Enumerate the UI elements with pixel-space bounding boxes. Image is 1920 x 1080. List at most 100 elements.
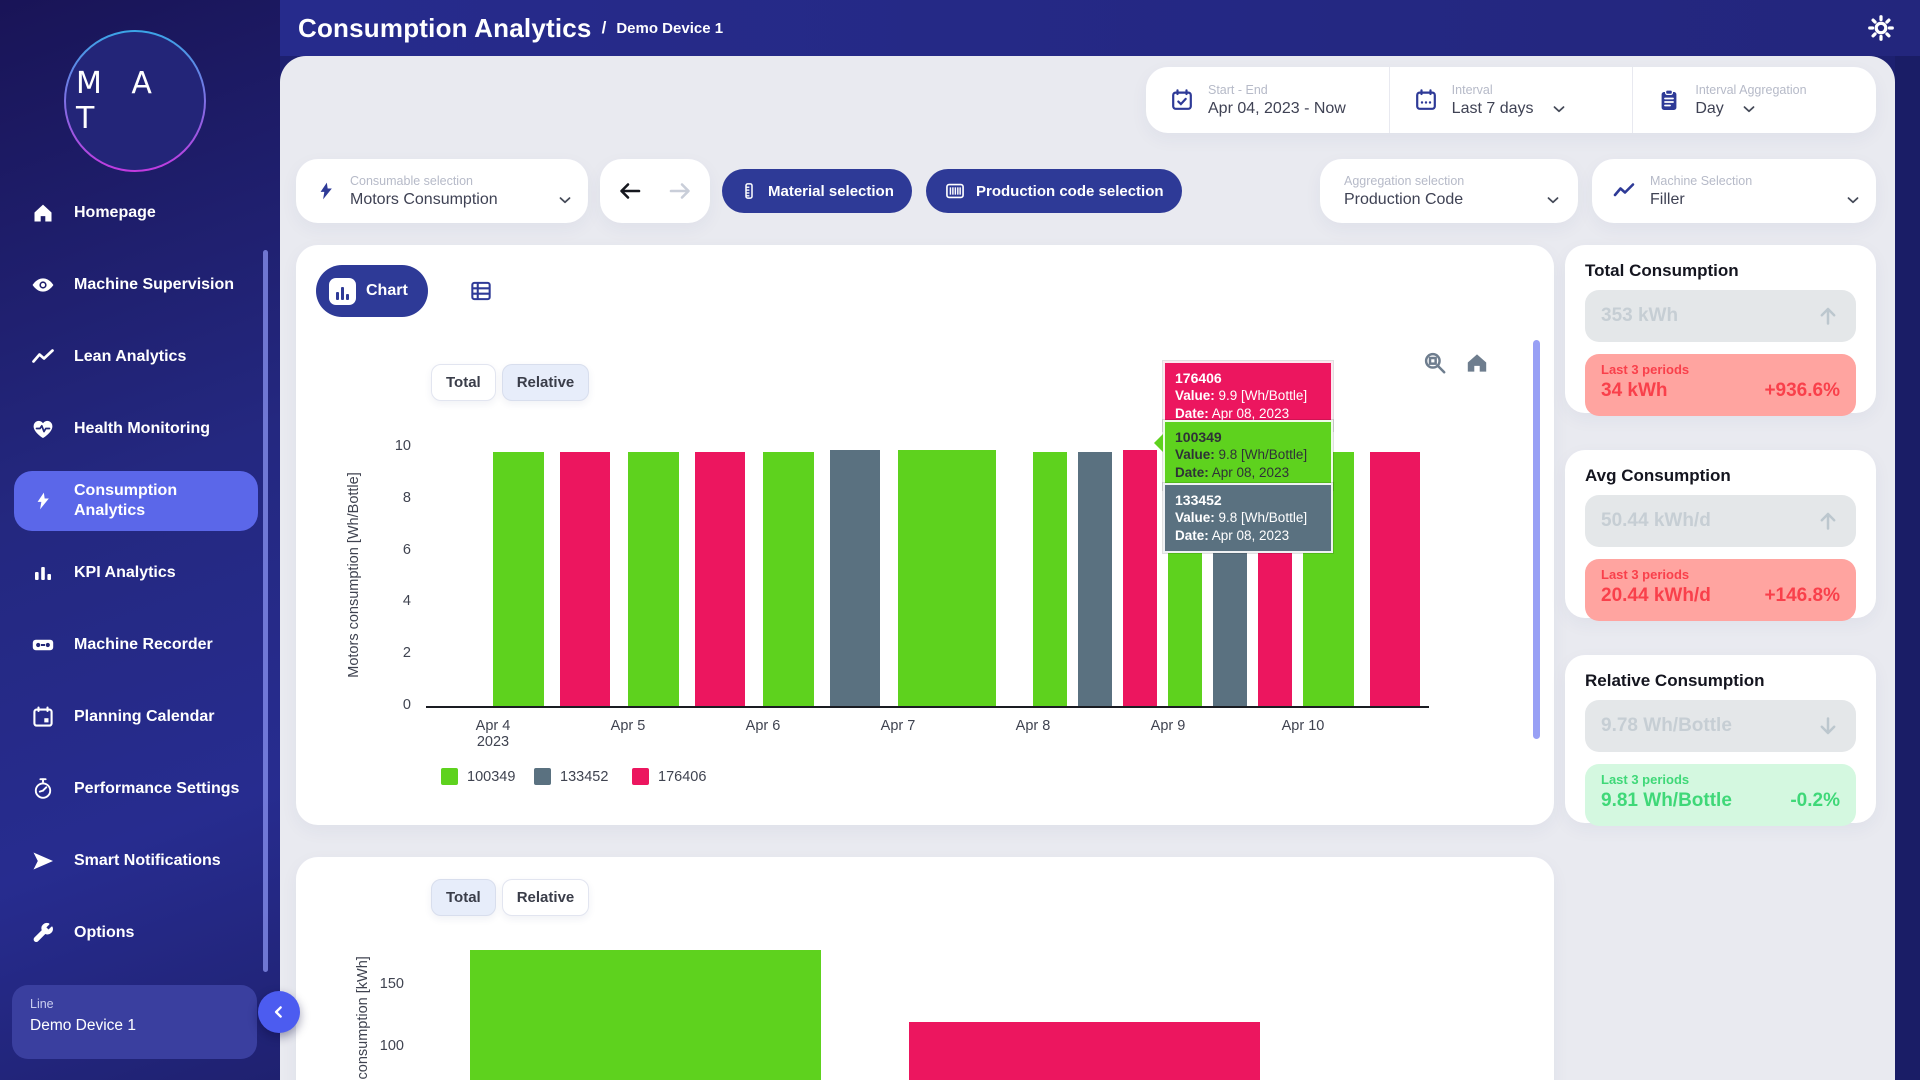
bar-133452-apr-8[interactable] — [1078, 452, 1112, 706]
sidebar-item-lean-analytics[interactable]: Lean Analytics — [14, 327, 258, 387]
bar-100349-apr-8[interactable] — [1033, 452, 1067, 706]
tooltip-date: Date: Apr 08, 2023 — [1175, 527, 1321, 545]
arrow-left-icon[interactable] — [617, 179, 643, 203]
bar-176406[interactable] — [909, 1022, 1260, 1080]
heart-icon — [30, 417, 56, 441]
recorder-icon — [30, 633, 56, 657]
legend-label: 133452 — [560, 769, 608, 785]
bar-176406-apr-10[interactable] — [1370, 452, 1420, 706]
chevron-down-icon — [1544, 191, 1562, 209]
bolt-icon — [30, 489, 56, 513]
stat-period-change: -0.2% — [1790, 790, 1840, 812]
sidebar-item-label: KPI Analytics — [74, 563, 176, 583]
line-selector-card[interactable]: Line Demo Device 1 — [12, 985, 257, 1059]
production-code-selection-label: Production code selection — [976, 183, 1164, 200]
legend-swatch — [534, 768, 551, 785]
calendar-check-icon — [1170, 88, 1194, 112]
stat-current-pill: 50.44 kWh/d — [1585, 495, 1856, 547]
stat-period-badge: Last 3 periods20.44 kWh/d+146.8% — [1585, 559, 1856, 621]
chart1-tools — [1422, 350, 1490, 376]
date-filter-bar: Start - End Apr 04, 2023 - Now Interval … — [1146, 67, 1876, 133]
sidebar-item-label: Performance Settings — [74, 779, 239, 799]
consumable-selection-dropdown[interactable]: Consumable selection Motors Consumption — [296, 159, 588, 223]
sidebar-item-label: Homepage — [74, 203, 156, 223]
stat-current-value: 353 kWh — [1601, 305, 1816, 327]
stat-period-badge: Last 3 periods34 kWh+936.6% — [1585, 354, 1856, 416]
sidebar-item-homepage[interactable]: Homepage — [14, 183, 258, 243]
send-icon — [30, 849, 56, 873]
calendar-dots-icon — [1414, 88, 1438, 112]
bar-100349[interactable] — [470, 950, 821, 1080]
stopwatch-icon — [30, 777, 56, 801]
tooltip-date: Date: Apr 08, 2023 — [1175, 464, 1321, 482]
y-tick-label: 0 — [377, 697, 411, 713]
sidebar-item-consumption-analytics[interactable]: Consumption Analytics — [14, 471, 258, 531]
history-nav — [600, 159, 710, 223]
bar-176406-apr-4[interactable] — [560, 452, 610, 706]
chart1-tab-total[interactable]: Total — [431, 364, 496, 401]
sidebar-item-performance-settings[interactable]: Performance Settings — [14, 759, 258, 819]
bar-100349-apr-6[interactable] — [763, 452, 814, 706]
interval-aggregation-filter[interactable]: Interval Aggregation Day — [1632, 67, 1876, 133]
consumable-selection-label: Consumable selection — [350, 174, 574, 188]
chart-card-scrollbar[interactable] — [1533, 340, 1540, 739]
stat-period-value: 34 kWh — [1601, 380, 1764, 402]
sidebar-item-planning-calendar[interactable]: Planning Calendar — [14, 687, 258, 747]
sidebar-scrollbar[interactable] — [263, 250, 268, 972]
gear-icon[interactable] — [1868, 15, 1894, 41]
sidebar-item-smart-notifications[interactable]: Smart Notifications — [14, 831, 258, 891]
kpi-bars-icon — [30, 561, 56, 585]
material-selection-button[interactable]: Material selection — [722, 169, 912, 213]
production-code-selection-button[interactable]: Production code selection — [926, 169, 1182, 213]
bar-133452-apr-6[interactable] — [830, 450, 880, 706]
sidebar-item-label: Smart Notifications — [74, 851, 221, 871]
legend-swatch — [441, 768, 458, 785]
table-view-icon[interactable] — [468, 278, 494, 304]
bar-176406-apr-8[interactable] — [1123, 450, 1157, 706]
chevron-down-icon — [1550, 100, 1568, 118]
sidebar-item-label: Options — [74, 923, 134, 943]
bar-100349-apr-5[interactable] — [628, 452, 679, 706]
chevron-down-icon — [1844, 191, 1862, 209]
legend-label: 176406 — [658, 769, 706, 785]
interval-filter[interactable]: Interval Last 7 days — [1389, 67, 1633, 133]
arrow-right-icon[interactable] — [667, 179, 693, 203]
sidebar-item-health-monitoring[interactable]: Health Monitoring — [14, 399, 258, 459]
chart1-tab-relative[interactable]: Relative — [502, 364, 590, 401]
sidebar-item-options[interactable]: Options — [14, 903, 258, 963]
breadcrumb-device: Demo Device 1 — [616, 20, 723, 37]
sidebar-item-machine-supervision[interactable]: Machine Supervision — [14, 255, 258, 315]
chart2-tab-total[interactable]: Total — [431, 879, 496, 916]
chart-view-button[interactable]: Chart — [316, 265, 428, 317]
legend-label: 100349 — [467, 769, 515, 785]
start-end-filter[interactable]: Start - End Apr 04, 2023 - Now — [1146, 67, 1389, 133]
machine-selection-label: Machine Selection — [1650, 174, 1862, 188]
sidebar-item-kpi-analytics[interactable]: KPI Analytics — [14, 543, 258, 603]
sidebar-collapse-button[interactable] — [258, 991, 300, 1033]
aggregation-selection-dropdown[interactable]: Aggregation selection Production Code — [1320, 159, 1578, 223]
main-content: Start - End Apr 04, 2023 - Now Interval … — [280, 56, 1895, 1080]
zoom-box-icon[interactable] — [1422, 350, 1448, 376]
y-tick-label: 150 — [370, 976, 404, 992]
home-icon[interactable] — [1464, 350, 1490, 376]
bar-100349-apr-4[interactable] — [493, 452, 544, 706]
sidebar-item-machine-recorder[interactable]: Machine Recorder — [14, 615, 258, 675]
legend-item-176406[interactable]: 176406 — [632, 768, 706, 785]
legend-swatch — [632, 768, 649, 785]
chart2-tab-relative[interactable]: Relative — [502, 879, 590, 916]
home-icon — [30, 201, 56, 225]
legend-item-133452[interactable]: 133452 — [534, 768, 608, 785]
sidebar-item-label: Machine Supervision — [74, 275, 234, 295]
stat-current-pill: 353 kWh — [1585, 290, 1856, 342]
aggregation-selection-label: Aggregation selection — [1344, 174, 1562, 188]
chevron-down-icon — [556, 191, 574, 209]
chevron-down-icon — [1740, 100, 1758, 118]
sidebar: M A T HomepageMachine SupervisionLean An… — [0, 0, 280, 1080]
legend-item-100349[interactable]: 100349 — [441, 768, 515, 785]
machine-selection-dropdown[interactable]: Machine Selection Filler — [1592, 159, 1876, 223]
bar-176406-apr-5[interactable] — [695, 452, 745, 706]
clipboard-icon — [1657, 88, 1681, 112]
trend-icon — [1612, 179, 1636, 203]
bar-100349-apr-7[interactable] — [898, 450, 996, 706]
y-tick-label: 10 — [377, 438, 411, 454]
